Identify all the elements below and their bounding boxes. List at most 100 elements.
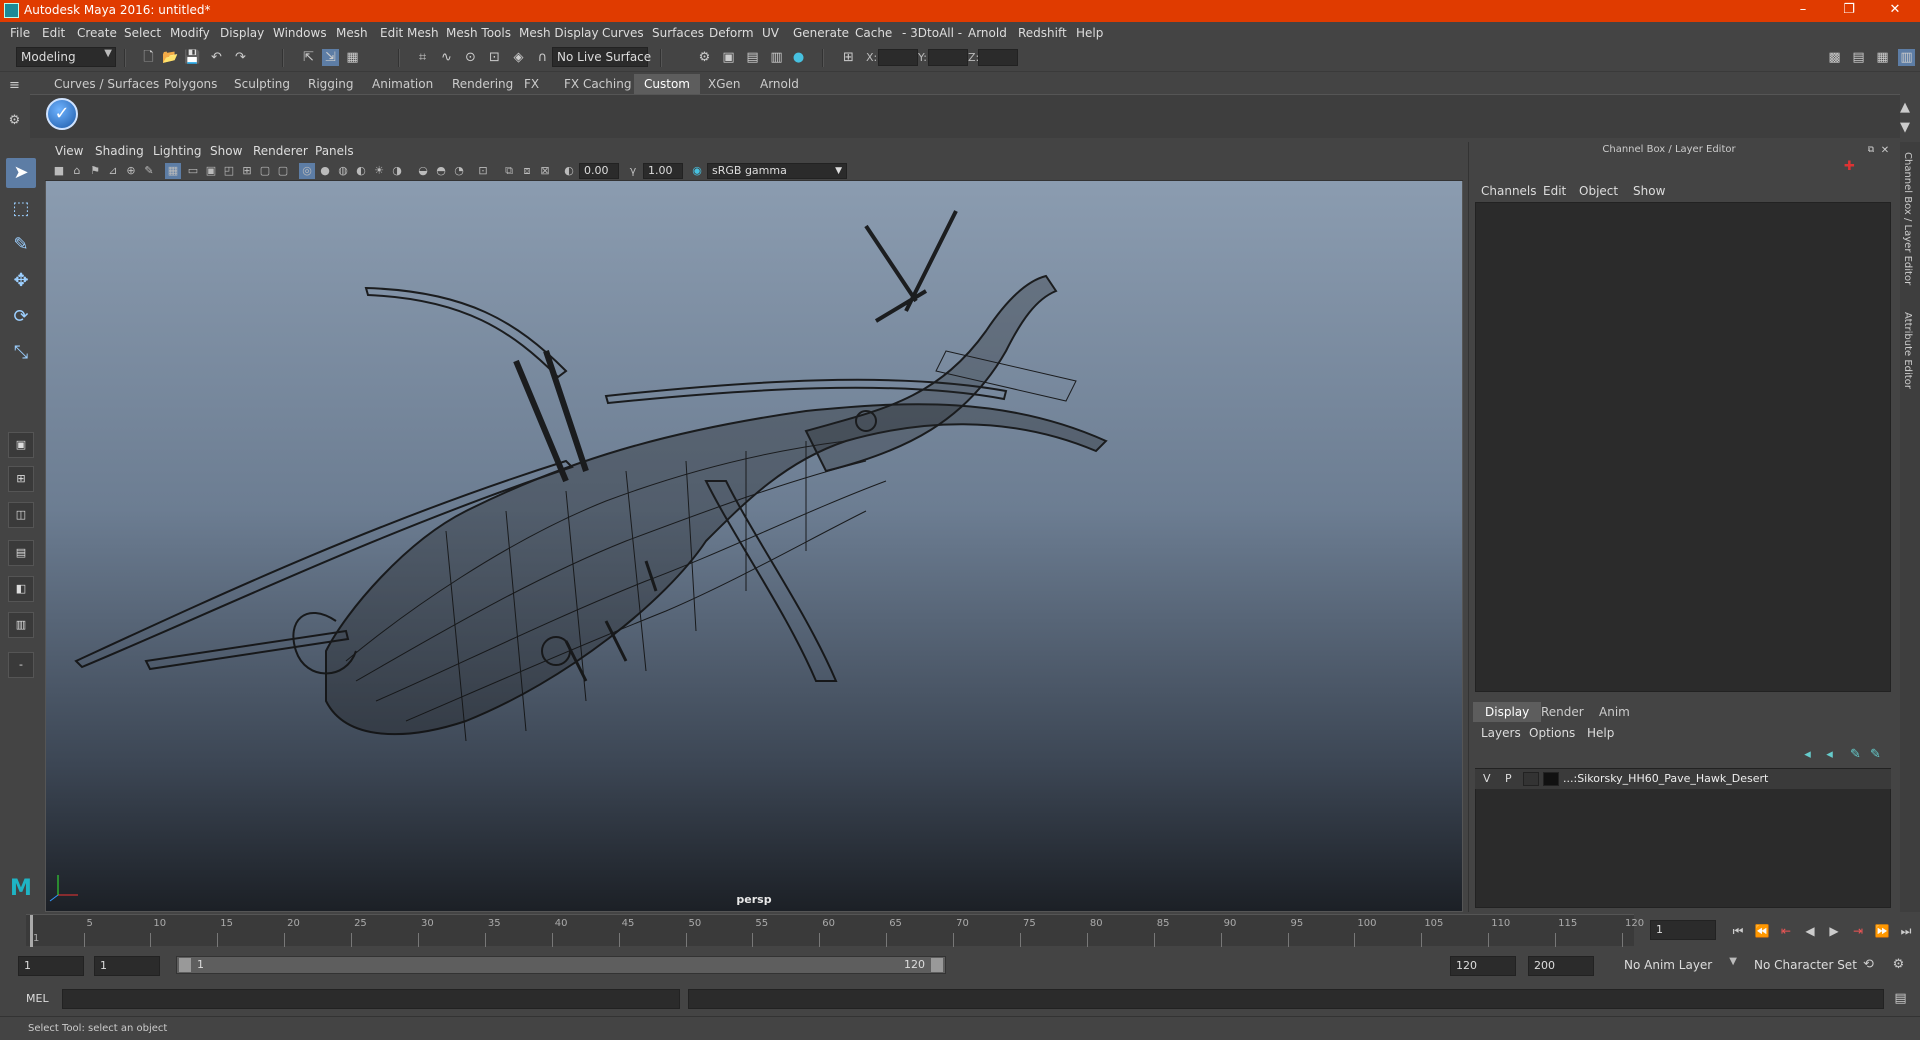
cb-menu-edit[interactable]: Edit [1543,184,1566,198]
render-frame-icon[interactable]: ▣ [720,49,737,66]
menu-surfaces[interactable]: Surfaces [652,26,704,40]
menu-edit-mesh[interactable]: Edit Mesh [380,26,439,40]
scale-tool-icon[interactable]: ⤡ [6,338,36,368]
playback-end-field[interactable]: 120 [1450,956,1516,976]
character-set-dropdown[interactable]: No Character Set [1750,956,1870,976]
menu-help[interactable]: Help [1076,26,1103,40]
ambient-occlusion-icon[interactable]: ◒ [415,163,431,179]
perspective-viewport[interactable]: persp [46,181,1462,911]
live-surface-field[interactable]: No Live Surface [552,47,651,67]
channel-box-icon[interactable]: ▥ [1898,49,1915,66]
motion-blur-icon[interactable]: ◓ [433,163,449,179]
render-settings-icon[interactable]: ⚙ [696,49,713,66]
xray-icon[interactable]: ⧉ [501,163,517,179]
step-forward-key-icon[interactable]: ⇥ [1848,924,1868,940]
tab-xgen[interactable]: XGen [698,74,751,94]
menu-arnold[interactable]: Arnold [968,26,1007,40]
close-button[interactable]: ✕ [1872,0,1918,22]
menu-display[interactable]: Display [220,26,264,40]
menu-curves[interactable]: Curves [602,26,644,40]
menu-3dtoall[interactable]: - 3DtoAll - [902,26,962,40]
animation-start-field[interactable]: 1 [18,956,84,976]
bookmark-icon[interactable]: ⚑ [87,163,103,179]
exposure-field[interactable]: 0.00 [579,163,619,179]
go-to-start-icon[interactable]: ⏮ [1728,924,1748,940]
cb-menu-channels[interactable]: Channels [1481,184,1537,198]
layer-color-swatch[interactable] [1543,772,1559,786]
tab-animation[interactable]: Animation [362,74,443,94]
textured-icon[interactable]: ◐ [353,163,369,179]
scroll-up-icon[interactable]: ▲ [1898,99,1912,116]
vp-menu-lighting[interactable]: Lighting [153,144,202,158]
new-scene-icon[interactable]: 🗋 [140,49,157,66]
menu-modify[interactable]: Modify [170,26,210,40]
move-tool-icon[interactable]: ✥ [6,266,36,296]
vp-menu-panels[interactable]: Panels [315,144,354,158]
custom-shelf-button-icon[interactable]: ✓ [46,98,78,130]
channel-list[interactable] [1475,202,1891,692]
tab-sculpting[interactable]: Sculpting [224,74,300,94]
select-hierarchy-icon[interactable]: ⇱ [300,49,317,66]
command-input[interactable] [62,989,680,1009]
safe-action-icon[interactable]: ▢ [257,163,273,179]
grease-pencil-icon[interactable]: ✎ [141,163,157,179]
paint-select-tool-icon[interactable]: ✎ [6,230,36,260]
tab-fx-caching[interactable]: FX Caching [554,74,641,94]
select-object-icon[interactable]: ⇲ [322,49,339,66]
menuset-dropdown[interactable]: Modeling ▼ [16,47,116,67]
tab-curves-surfaces[interactable]: Curves / Surfaces [44,74,169,94]
layer-visibility-toggle[interactable]: V [1483,772,1491,785]
ipr-render-icon[interactable]: ▤ [744,49,761,66]
layer-row[interactable]: V P ...:Sikorsky_HH60_Pave_Hawk_Desert [1475,769,1891,789]
tab-anim[interactable]: Anim [1587,702,1642,722]
film-gate-icon[interactable]: ▭ [185,163,201,179]
y-input[interactable] [928,49,968,66]
absolute-transform-icon[interactable]: ⊞ [840,49,857,66]
color-management-icon[interactable]: ◉ [689,163,705,179]
command-language-label[interactable]: MEL [26,992,49,1005]
vp-menu-show[interactable]: Show [210,144,242,158]
undo-icon[interactable]: ↶ [208,49,225,66]
animation-end-field[interactable]: 200 [1528,956,1594,976]
menu-deform[interactable]: Deform [709,26,754,40]
go-to-end-icon[interactable]: ⏭ [1896,924,1916,940]
attribute-editor-icon[interactable]: ▤ [1850,49,1867,66]
vp-menu-renderer[interactable]: Renderer [253,144,308,158]
layer-type-toggle[interactable] [1523,772,1539,786]
safe-title-icon[interactable]: ▢ [275,163,291,179]
2d-pan-zoom-icon[interactable]: ⊕ [123,163,139,179]
menu-redshift[interactable]: Redshift [1018,26,1067,40]
range-end-handle[interactable] [931,958,943,972]
snap-view-icon[interactable]: ⊡ [486,49,503,66]
tab-custom[interactable]: Custom [634,74,700,94]
modeling-toolkit-icon[interactable]: ▩ [1826,49,1843,66]
anti-aliasing-icon[interactable]: ◔ [451,163,467,179]
shadows-icon[interactable]: ◑ [389,163,405,179]
auto-key-icon[interactable]: ⟲ [1860,956,1877,973]
menu-windows[interactable]: Windows [273,26,327,40]
new-layer-selected-icon[interactable]: ✎ [1867,746,1884,763]
grid-icon[interactable]: ▦ [165,163,181,179]
menu-select[interactable]: Select [124,26,161,40]
close-icon[interactable]: ✕ [1879,142,1891,156]
view-transform-dropdown[interactable]: sRGB gamma ▼ [707,163,847,179]
current-time-marker[interactable] [30,915,33,947]
four-view-layout-icon[interactable]: ⊞ [8,466,34,492]
tool-settings-icon[interactable]: ▦ [1874,49,1891,66]
open-scene-icon[interactable]: 📂 [162,49,179,66]
magnet-icon[interactable]: ∩ [534,49,551,66]
wireframe-shading-icon[interactable]: ◎ [299,163,315,179]
snap-surface-icon[interactable]: ◈ [510,49,527,66]
le-menu-options[interactable]: Options [1529,726,1575,740]
menu-mesh-display[interactable]: Mesh Display [519,26,599,40]
resolution-gate-icon[interactable]: ▣ [203,163,219,179]
menu-cache[interactable]: Cache [855,26,892,40]
menu-icon[interactable]: ≡ [6,77,23,94]
menu-generate[interactable]: Generate [793,26,849,40]
single-view-layout-icon[interactable]: ▣ [8,432,34,458]
camera-select-icon[interactable]: ■ [51,163,67,179]
gamma-icon[interactable]: γ [625,163,641,179]
xray-components-icon[interactable]: ⊠ [537,163,553,179]
render-view-icon[interactable]: ▥ [768,49,785,66]
gear-icon[interactable]: ⚙ [6,112,23,129]
